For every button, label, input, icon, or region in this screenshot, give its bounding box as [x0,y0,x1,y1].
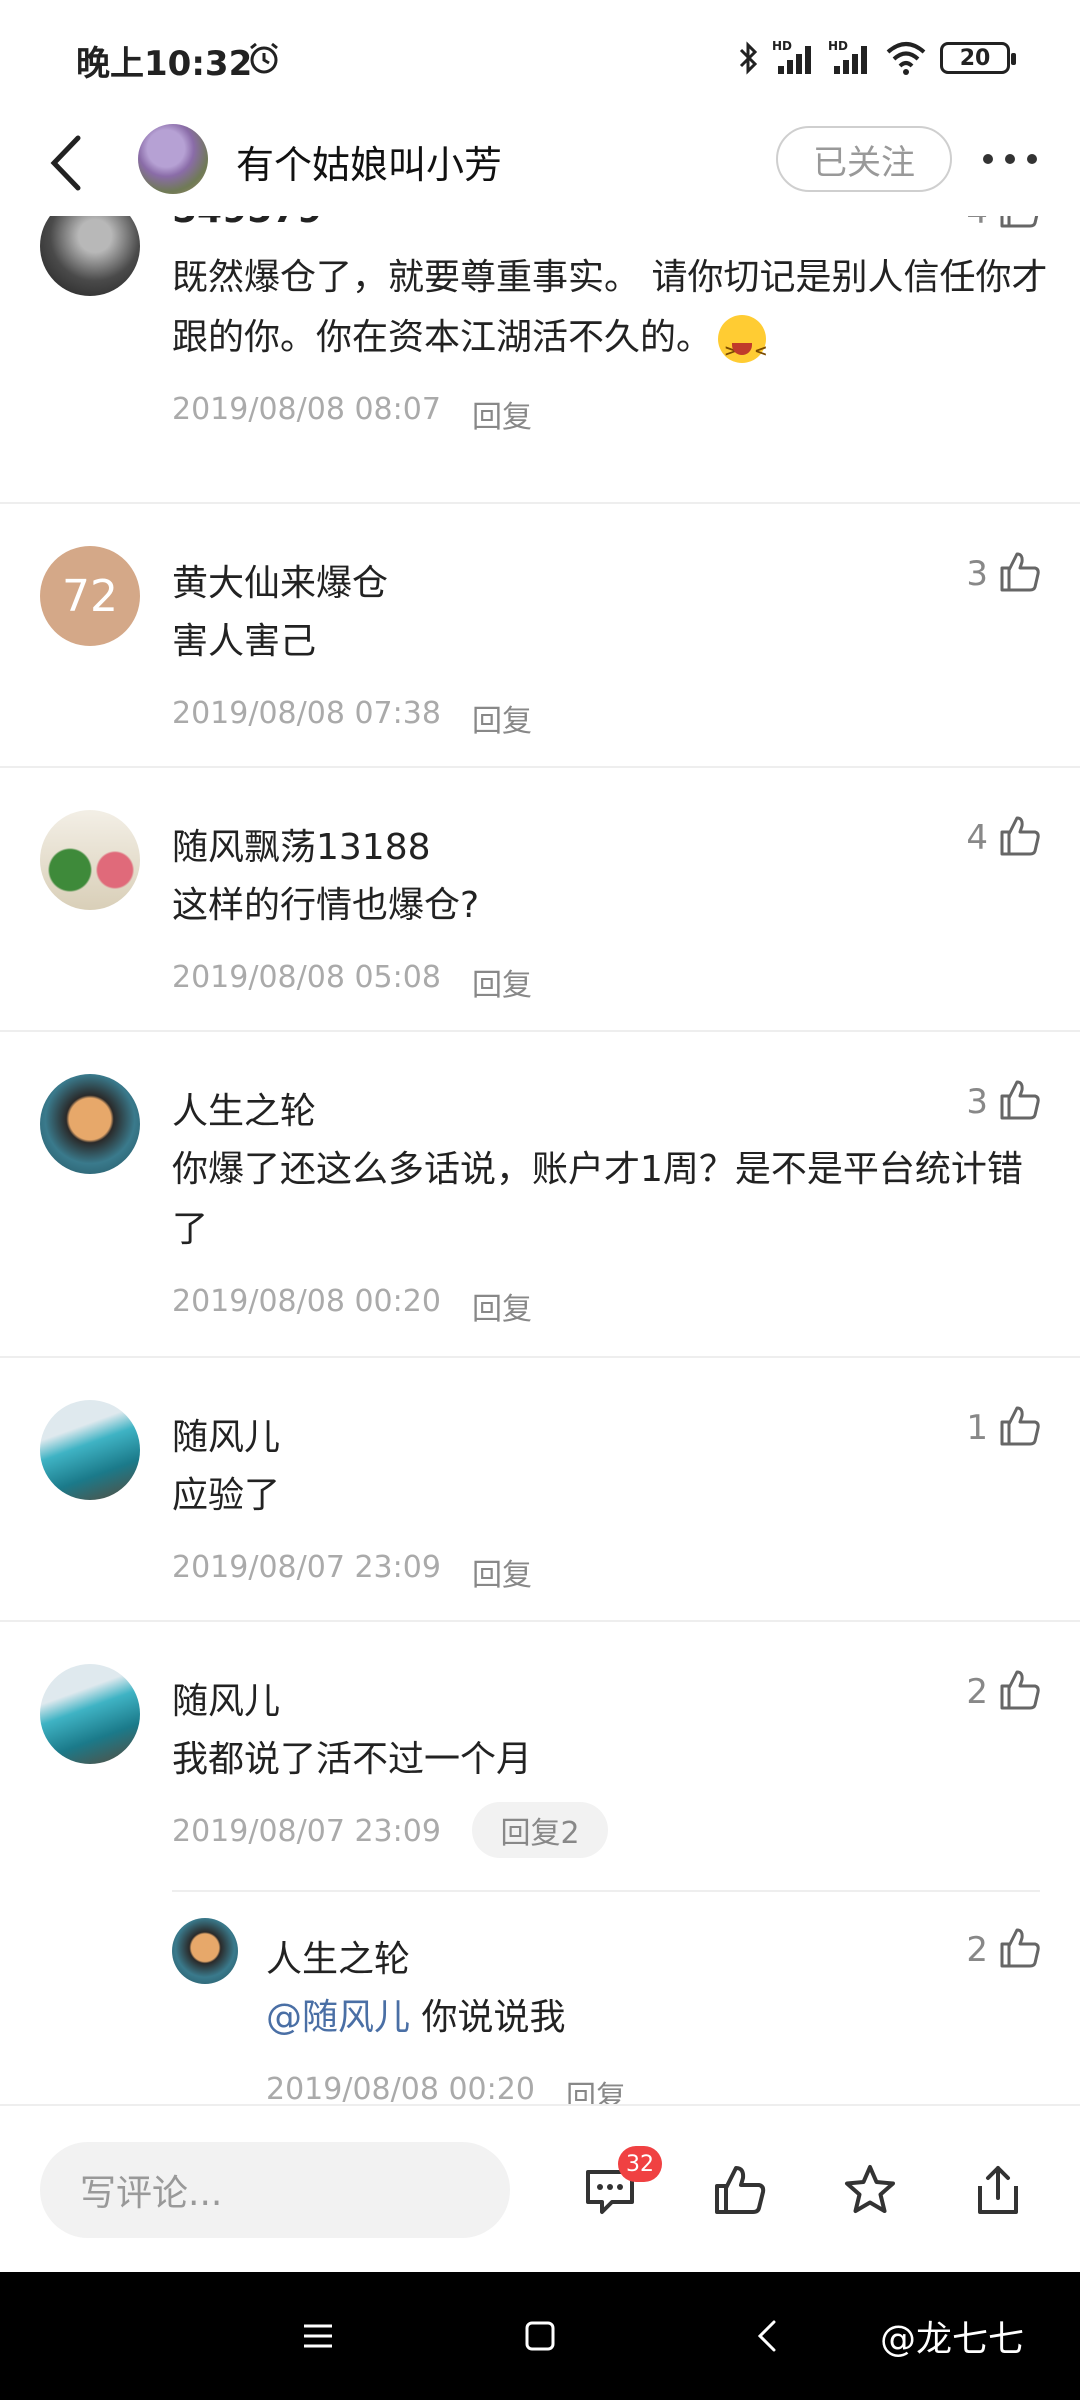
thumbs-up-icon[interactable] [998,814,1042,858]
user-avatar[interactable] [40,1074,140,1174]
comment-count-badge: 32 [618,2146,662,2182]
like-count: 1 [966,1408,988,1448]
share-icon[interactable] [970,2162,1026,2218]
comment-username[interactable]: 随风儿 [172,1408,280,1460]
comment-username[interactable]: 黄大仙来爆仓 [172,554,388,606]
comment-username[interactable]: 随风飘荡13188 [172,818,431,870]
divider [0,502,1080,504]
reply-button[interactable]: 回复 [472,960,532,1004]
status-bar: 晚上10:32 HD HD 20 [0,0,1080,116]
divider [0,1620,1080,1622]
thumbs-up-icon[interactable] [998,1926,1042,1970]
like-count: 2 [966,1930,988,1970]
comment-username[interactable]: 549579 [172,216,322,231]
thumbs-up-icon[interactable] [998,216,1042,230]
reply-button[interactable]: 回复 [472,1284,532,1328]
divider [0,1030,1080,1032]
status-time: 晚上10:32 [76,44,253,84]
comment-item: 随风飘荡13188 4 这样的行情也爆仓? 2019/08/08 05:08 回… [0,796,1080,1036]
divider [0,766,1080,768]
reply-button[interactable]: 回复 [566,2072,626,2106]
comment-text-content: 你说说我 [410,1997,566,2038]
reply-button[interactable]: 回复 [472,392,532,436]
reply-count-button[interactable]: 回复2 [472,1802,608,1858]
author-name[interactable]: 有个姑娘叫小芳 [236,134,502,189]
thumbs-up-icon[interactable] [998,550,1042,594]
comment-item: 随风儿 2 我都说了活不过一个月 2019/08/07 23:09 回复2 [0,1650,1080,1890]
header: 有个姑娘叫小芳 已关注 [0,116,1080,216]
comment-time: 2019/08/07 23:09 [172,1814,441,1849]
user-avatar[interactable] [40,1400,140,1500]
thumbs-up-icon[interactable] [998,1404,1042,1448]
system-navigation-bar: @龙七七 [0,2272,1080,2400]
divider [172,1890,1040,1892]
user-avatar[interactable] [172,1918,238,1984]
status-indicators: HD HD 20 [736,36,1016,80]
battery-icon: 20 [940,42,1016,74]
like-count: 3 [966,554,988,594]
comment-time: 2019/08/07 23:09 [172,1550,441,1585]
comment-text: 既然爆仓了，就要尊重事实。 请你切记是别人信任你才跟的你。你在资本江湖活不久的。 [172,248,1052,381]
comment-text: 害人害己 [172,621,317,662]
alarm-clock-icon [250,42,278,74]
user-avatar[interactable] [40,810,140,910]
like-count: 2 [966,1672,988,1712]
comment-text: @随风儿 你说说我 [266,1988,1046,2048]
comment-username[interactable]: 人生之轮 [266,1930,410,1982]
wifi-icon [886,42,926,75]
comment-text: 我都说了活不过一个月 [172,1739,533,1780]
comment-text: 你爆了还这么多话说，账户才1周？是不是平台统计错了 [172,1149,1023,1250]
thumbs-up-icon[interactable] [998,1078,1042,1122]
comment-time: 2019/08/08 08:07 [172,392,441,427]
comment-list[interactable]: 549579 4 既然爆仓了，就要尊重事实。 请你切记是别人信任你才跟的你。你在… [0,216,1080,2106]
sub-reply-item: 人生之轮 2 @随风儿 你说说我 2019/08/08 00:20 回复 [0,1916,1080,2106]
menu-icon[interactable] [298,2316,338,2356]
comment-input[interactable]: 写评论... [40,2142,510,2238]
home-icon[interactable] [520,2316,560,2356]
comment-item: 72 黄大仙来爆仓 3 害人害己 2019/08/08 07:38 回复 [0,532,1080,772]
follow-button[interactable]: 已关注 [776,126,952,192]
author-avatar[interactable] [138,124,208,194]
user-avatar[interactable]: 72 [40,546,140,646]
watermark: @龙七七 [880,2319,1025,2360]
comment-text: 这样的行情也爆仓? [172,885,480,926]
comment-time: 2019/08/08 00:20 [266,2072,535,2106]
comment-time: 2019/08/08 07:38 [172,696,441,731]
user-mention[interactable]: @随风儿 [266,1997,410,2038]
like-count: 4 [966,216,988,232]
comment-time: 2019/08/08 05:08 [172,960,441,995]
back-arrow-icon[interactable] [44,130,90,196]
signal-icon-2: HD [828,39,867,74]
comment-item: 人生之轮 3 你爆了还这么多话说，账户才1周？是不是平台统计错了 2019/08… [0,1060,1080,1360]
svg-text:HD: HD [828,39,848,53]
thumbs-up-icon[interactable] [712,2162,768,2218]
bluetooth-icon [739,41,758,75]
like-count: 3 [966,1082,988,1122]
user-avatar[interactable] [40,1664,140,1764]
like-count: 4 [966,818,988,858]
comment-time: 2019/08/08 00:20 [172,1284,441,1319]
back-icon[interactable] [748,2316,788,2356]
comment-username[interactable]: 人生之轮 [172,1082,316,1134]
comment-item: 随风儿 1 应验了 2019/08/07 23:09 回复 [0,1386,1080,1626]
star-icon[interactable] [842,2162,898,2218]
reply-button[interactable]: 回复 [472,696,532,740]
thumbs-up-icon[interactable] [998,1668,1042,1712]
reply-button[interactable]: 回复 [472,1550,532,1594]
divider [0,1356,1080,1358]
comment-text: 应验了 [172,1475,281,1516]
comment-item: 549579 4 既然爆仓了，就要尊重事实。 请你切记是别人信任你才跟的你。你在… [0,216,1080,506]
comment-username[interactable]: 随风儿 [172,1672,280,1724]
comment-text-content: 既然爆仓了，就要尊重事实。 请你切记是别人信任你才跟的你。你在资本江湖活不久的。 [172,257,1048,358]
more-icon[interactable] [980,146,1040,172]
bottom-action-bar: 写评论... 32 [0,2104,1080,2272]
user-avatar[interactable] [40,216,140,296]
signal-icon: HD [772,39,811,74]
squinting-face-emoji-icon [718,315,768,381]
svg-text:HD: HD [772,39,792,53]
